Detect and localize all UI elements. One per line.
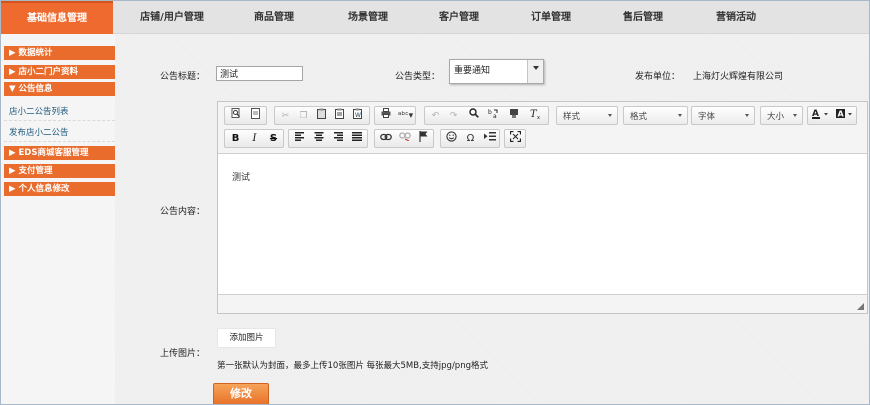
bg-color-icon[interactable]: A bbox=[834, 108, 856, 124]
format-combo[interactable]: 格式 bbox=[623, 106, 688, 125]
toolbar-group-links bbox=[374, 129, 434, 148]
link-icon[interactable] bbox=[377, 131, 394, 147]
toolbar-group-align bbox=[288, 129, 368, 148]
spellcheck-icon[interactable]: ᵃᵇᶜ▾ bbox=[396, 108, 415, 124]
align-center-icon[interactable] bbox=[310, 131, 327, 147]
tab-orders[interactable]: 订单管理 bbox=[516, 1, 586, 34]
toolbar-group-insert: Ω bbox=[440, 129, 500, 148]
add-image-button[interactable]: 添加图片 bbox=[217, 328, 276, 348]
align-left-icon[interactable] bbox=[291, 131, 308, 147]
svg-text:b: b bbox=[488, 109, 492, 116]
page-break-icon[interactable] bbox=[481, 131, 498, 147]
svg-text:x: x bbox=[537, 115, 540, 119]
size-combo[interactable]: 大小 bbox=[760, 106, 803, 125]
svg-text:A: A bbox=[838, 109, 845, 118]
select-all-icon[interactable] bbox=[505, 108, 522, 124]
toolbar-group-document bbox=[224, 106, 267, 125]
title-input[interactable] bbox=[216, 66, 303, 81]
tab-scenes[interactable]: 场景管理 bbox=[333, 1, 403, 34]
chevron-down-icon bbox=[608, 114, 612, 117]
sidebar-group-portal-info[interactable]: ▶ 店小二门户资料 bbox=[4, 65, 115, 79]
sidebar-group-statistics[interactable]: ▶ 数据统计 bbox=[4, 46, 115, 60]
tab-marketing[interactable]: 营销活动 bbox=[701, 1, 771, 34]
replace-icon[interactable]: ba bbox=[485, 108, 502, 124]
title-label: 公告标题： bbox=[160, 72, 206, 82]
tab-after-sales[interactable]: 售后管理 bbox=[608, 1, 678, 34]
align-right-icon[interactable] bbox=[329, 131, 346, 147]
toolbar-group-editing: ↶ ↷ ba Tx bbox=[424, 106, 549, 125]
sidebar-item-publish-announcement[interactable]: 发布店小二公告 bbox=[4, 124, 115, 142]
anchor-icon[interactable] bbox=[415, 131, 432, 147]
undo-icon[interactable]: ↶ bbox=[427, 108, 444, 124]
italic-icon[interactable]: I bbox=[246, 131, 263, 147]
editor-content-area[interactable]: 测试 bbox=[218, 153, 867, 295]
rich-text-editor: ✂ ❐ W ᵃᵇᶜ▾ ↶ ↷ ba Tx 样式 格式 字体 大小 A A B I… bbox=[217, 101, 868, 314]
sidebar-group-profile[interactable]: ▶ 个人信息修改 bbox=[4, 182, 115, 196]
paste-word-icon[interactable]: W bbox=[349, 108, 366, 124]
svg-text:a: a bbox=[493, 113, 497, 119]
tab-products[interactable]: 商品管理 bbox=[239, 1, 309, 34]
publisher-value: 上海灯火辉煌有限公司 bbox=[693, 72, 784, 82]
templates-icon[interactable] bbox=[247, 108, 264, 124]
type-select[interactable]: 重要通知 bbox=[449, 59, 544, 84]
strikethrough-icon[interactable]: S bbox=[265, 131, 282, 147]
bold-icon[interactable]: B bbox=[227, 131, 244, 147]
copy-icon[interactable]: ❐ bbox=[295, 108, 312, 124]
sidebar-group-payment[interactable]: ▶ 支付管理 bbox=[4, 164, 115, 178]
app-frame: 基础信息管理 店铺/用户管理 商品管理 场景管理 客户管理 订单管理 售后管理 … bbox=[0, 0, 870, 405]
tab-basic-info[interactable]: 基础信息管理 bbox=[1, 1, 113, 34]
text-color-icon[interactable]: A bbox=[810, 108, 832, 124]
sidebar: ▶ 数据统计 ▶ 店小二门户资料 ▼ 公告信息 店小二公告列表 发布店小二公告 … bbox=[1, 34, 115, 404]
tab-customers[interactable]: 客户管理 bbox=[424, 1, 494, 34]
special-char-icon[interactable]: Ω bbox=[462, 131, 479, 147]
unlink-icon[interactable] bbox=[396, 131, 413, 147]
remove-format-icon[interactable]: Tx bbox=[527, 108, 544, 124]
maximize-icon[interactable] bbox=[507, 130, 524, 147]
type-select-value: 重要通知 bbox=[454, 66, 491, 76]
top-navigation: 基础信息管理 店铺/用户管理 商品管理 场景管理 客户管理 订单管理 售后管理 … bbox=[1, 1, 869, 34]
preview-icon[interactable] bbox=[227, 108, 244, 124]
editor-content-text: 测试 bbox=[232, 173, 251, 183]
font-combo-label: 字体 bbox=[698, 112, 716, 122]
chevron-down-icon bbox=[678, 114, 682, 117]
toolbar-group-tools bbox=[504, 129, 526, 148]
submit-button[interactable]: 修改 bbox=[213, 383, 269, 404]
sidebar-group-eds-service[interactable]: ▶ EDS商城客服管理 bbox=[4, 146, 115, 160]
toolbar-group-clipboard: ✂ ❐ W bbox=[274, 106, 370, 125]
toolbar-group-basic-style: B I S bbox=[224, 129, 284, 148]
style-combo-label: 样式 bbox=[563, 112, 581, 122]
type-label: 公告类型： bbox=[395, 72, 441, 82]
smiley-icon[interactable] bbox=[443, 131, 460, 147]
size-combo-label: 大小 bbox=[767, 112, 785, 122]
chevron-down-icon[interactable] bbox=[527, 60, 543, 83]
find-icon[interactable] bbox=[465, 108, 482, 124]
font-combo[interactable]: 字体 bbox=[691, 106, 755, 125]
paste-text-icon[interactable] bbox=[331, 108, 348, 124]
resize-handle-icon[interactable] bbox=[857, 303, 864, 310]
publisher-label: 发布单位： bbox=[635, 72, 681, 82]
upload-hint: 第一张默认为封面，最多上传10张图片 每张最大5MB,支持jpg/png格式 bbox=[217, 361, 488, 371]
upload-label: 上传图片： bbox=[160, 349, 206, 359]
cut-icon[interactable]: ✂ bbox=[277, 108, 294, 124]
svg-text:W: W bbox=[355, 112, 361, 119]
toolbar-group-colors: A A bbox=[807, 106, 857, 125]
content-label: 公告内容： bbox=[160, 207, 206, 217]
tab-shop-user[interactable]: 店铺/用户管理 bbox=[127, 1, 217, 34]
redo-icon[interactable]: ↷ bbox=[445, 108, 462, 124]
paste-icon[interactable] bbox=[313, 108, 330, 124]
format-combo-label: 格式 bbox=[630, 112, 648, 122]
style-combo[interactable]: 样式 bbox=[556, 106, 618, 125]
chevron-down-icon bbox=[745, 114, 749, 117]
print-icon[interactable] bbox=[377, 108, 394, 124]
chevron-down-icon bbox=[793, 114, 797, 117]
toolbar-group-print: ᵃᵇᶜ▾ bbox=[374, 106, 416, 125]
sidebar-item-announcement-list[interactable]: 店小二公告列表 bbox=[4, 103, 115, 121]
sidebar-group-announcements[interactable]: ▼ 公告信息 bbox=[4, 82, 115, 96]
justify-icon[interactable] bbox=[348, 131, 365, 147]
